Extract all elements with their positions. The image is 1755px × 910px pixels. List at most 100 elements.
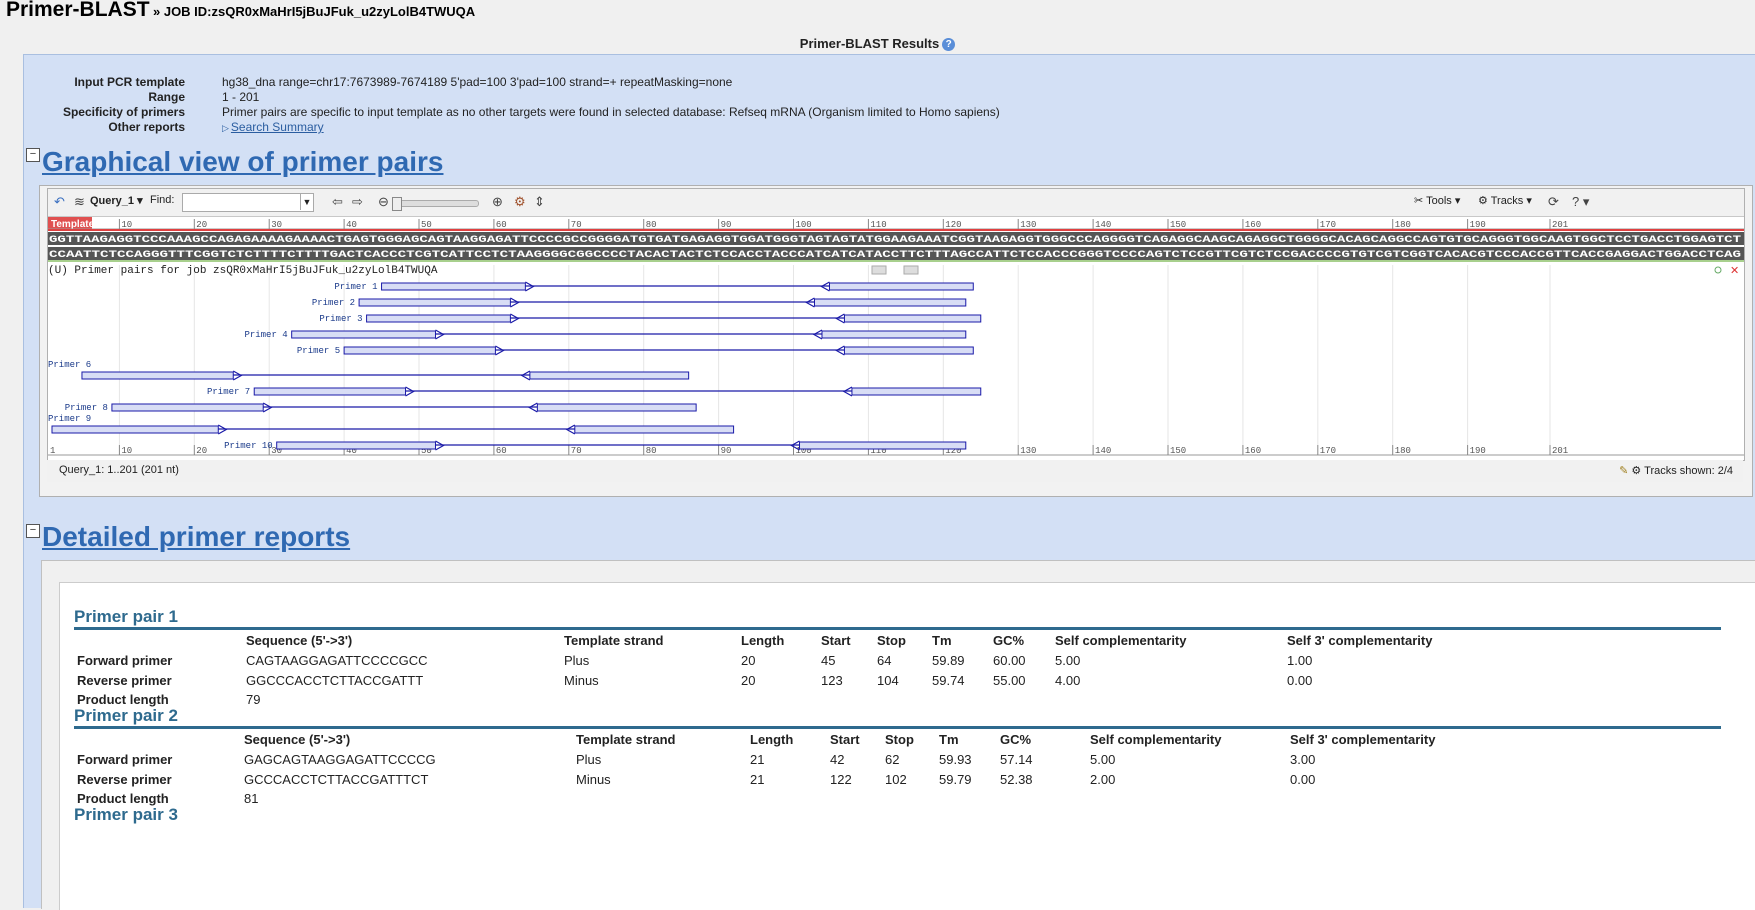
refresh-icon[interactable]: ⟳ [1548, 194, 1559, 210]
forward-primer-label: Forward primer [77, 752, 173, 767]
ruler-label: 170 [1320, 220, 1336, 230]
pan-right-icon[interactable]: ⇨ [352, 194, 363, 210]
column-header: Stop [877, 633, 906, 648]
detailed-section-title[interactable]: Detailed primer reports [42, 521, 350, 553]
forward-primer-bar[interactable] [276, 441, 436, 450]
info-label: Other reports [108, 120, 185, 134]
find-input[interactable] [182, 193, 314, 212]
expand-triangle-icon[interactable]: ▷ [222, 123, 229, 133]
ruler-label: 80 [646, 446, 657, 456]
reverse-primer-label: Reverse primer [77, 673, 172, 688]
forward-primer-bar[interactable] [51, 425, 219, 434]
reverse-primer-bar[interactable] [821, 330, 967, 339]
column-header: Self complementarity [1055, 633, 1187, 648]
forward-primer-bar[interactable] [381, 282, 526, 291]
graphical-section-title[interactable]: Graphical view of primer pairs [42, 146, 443, 178]
pan-left-icon[interactable]: ⇦ [332, 194, 343, 210]
forward-primer-bar[interactable] [366, 314, 511, 323]
forward-primer-cell: 62 [885, 752, 900, 767]
product-length-label: Product length [77, 692, 169, 707]
reverse-primer-cell: 104 [877, 673, 899, 688]
reverse-primer-bar[interactable] [574, 425, 735, 434]
reverse-primer-bar[interactable] [529, 371, 690, 380]
ruler-label: 201 [1552, 446, 1568, 456]
undo-icon[interactable]: ↶ [54, 194, 65, 210]
forward-primer-cell: CAGTAAGGAGATTCCCCGCC [246, 653, 428, 668]
forward-primer-cell: 42 [830, 752, 845, 767]
find-dropdown-icon[interactable]: ▼ [300, 194, 313, 210]
zoom-to-sequence-icon[interactable]: ⚙ [514, 194, 526, 210]
primer-label: Primer 8 [65, 403, 108, 413]
ruler-label: 20 [196, 446, 207, 456]
forward-primer-cell: Plus [564, 653, 590, 668]
reverse-primer-bar[interactable] [813, 298, 967, 307]
reverse-primer-cell: 52.38 [1000, 772, 1033, 787]
search-summary-link-wrapper[interactable]: ▷ Search Summary [222, 120, 324, 134]
top-bar: Primer-BLAST » JOB ID:zsQR0xMaHrI5jBuJFu… [0, 0, 1755, 30]
ruler-label: 70 [571, 220, 582, 230]
reverse-primer-bar[interactable] [536, 403, 697, 412]
fit-view-icon[interactable]: ⇕ [534, 194, 545, 210]
reverse-primer-cell: 20 [741, 673, 756, 688]
reverse-primer-bar[interactable] [799, 441, 967, 450]
find-label: Find: [150, 194, 175, 206]
results-title: Primer-BLAST Results? [0, 36, 1755, 52]
zoom-slider-handle[interactable] [392, 197, 402, 211]
ruler-label: 140 [1095, 446, 1111, 456]
forward-primer-cell: GAGCAGTAAGGAGATTCCCCG [244, 752, 436, 767]
tools-menu[interactable]: ✂ Tools ▾ [1414, 194, 1460, 207]
track-close-icon[interactable]: ✕ [1730, 265, 1739, 277]
collapse-detailed-toggle[interactable]: − [26, 524, 40, 538]
info-label: Specificity of primers [62, 105, 185, 119]
reverse-primer-bar[interactable] [828, 282, 974, 291]
ruler-label: 20 [196, 220, 207, 230]
viewer-status: Query_1: 1..201 (201 nt) [59, 464, 179, 476]
primer-pair-title: Primer pair 1 [74, 607, 178, 626]
collapse-graphical-toggle[interactable]: − [26, 148, 40, 162]
forward-primer-cell: 60.00 [993, 653, 1026, 668]
track-next-icon[interactable] [903, 265, 919, 275]
ruler-label: 40 [346, 220, 357, 230]
viewer-footer: Query_1: 1..201 (201 nt) ✎ ⚙ Tracks show… [47, 460, 1743, 482]
ruler-label: 1 [50, 446, 55, 456]
forward-primer-bar[interactable] [253, 387, 407, 396]
forward-primer-cell: 5.00 [1055, 653, 1081, 668]
forward-primer-bar[interactable] [291, 330, 436, 339]
zoom-slider[interactable] [392, 197, 479, 211]
primer-label: Primer 7 [207, 387, 250, 397]
tracks-menu[interactable]: ⚙ Tracks ▾ [1478, 194, 1532, 207]
help-menu-icon[interactable]: ? ▾ [1572, 194, 1589, 210]
info-label: Input PCR template [74, 75, 185, 89]
zoom-in-icon[interactable]: ⊕ [492, 194, 503, 210]
forward-primer-bar[interactable] [111, 403, 264, 412]
query-menu[interactable]: Query_1 ▾ [90, 194, 143, 207]
forward-primer-bar[interactable] [81, 371, 234, 380]
primer-label: Primer 2 [312, 298, 355, 308]
reverse-primer-bar[interactable] [851, 387, 982, 396]
column-header: Self complementarity [1090, 732, 1222, 747]
info-value: Primer pairs are specific to input templ… [222, 105, 1000, 119]
search-summary-link[interactable]: Search Summary [231, 120, 324, 134]
primer-label: Primer 4 [244, 330, 287, 340]
reverse-primer-bar[interactable] [843, 314, 982, 323]
track-prev-icon[interactable] [871, 265, 887, 275]
forward-primer-bar[interactable] [358, 298, 511, 307]
track-settings-icon[interactable] [1714, 266, 1722, 274]
column-header: Template strand [576, 732, 676, 747]
reverse-primer-cell: 0.00 [1287, 673, 1313, 688]
primer-track-svg: Template 10 20 30 40 50 60 70 80 90 100 110 120 130 14… [48, 217, 1744, 456]
tracks-shown[interactable]: ✎ ⚙ Tracks shown: 2/4 [1619, 464, 1733, 477]
ruler-label: 100 [796, 220, 812, 230]
info-label: Range [148, 90, 185, 104]
forward-primer-bar[interactable] [343, 346, 496, 355]
reverse-primer-cell: 59.74 [932, 673, 965, 688]
ruler-label: 80 [646, 220, 657, 230]
reverse-primer-bar[interactable] [843, 346, 974, 355]
edit-icon[interactable]: ✎ [1619, 465, 1628, 477]
product-length-value: 79 [246, 692, 261, 707]
column-header: Start [821, 633, 851, 648]
help-icon[interactable]: ? [942, 38, 956, 52]
primer-label: Primer 3 [319, 314, 362, 324]
forward-primer-cell: Plus [576, 752, 602, 767]
zoom-out-icon[interactable]: ⊖ [378, 194, 389, 210]
